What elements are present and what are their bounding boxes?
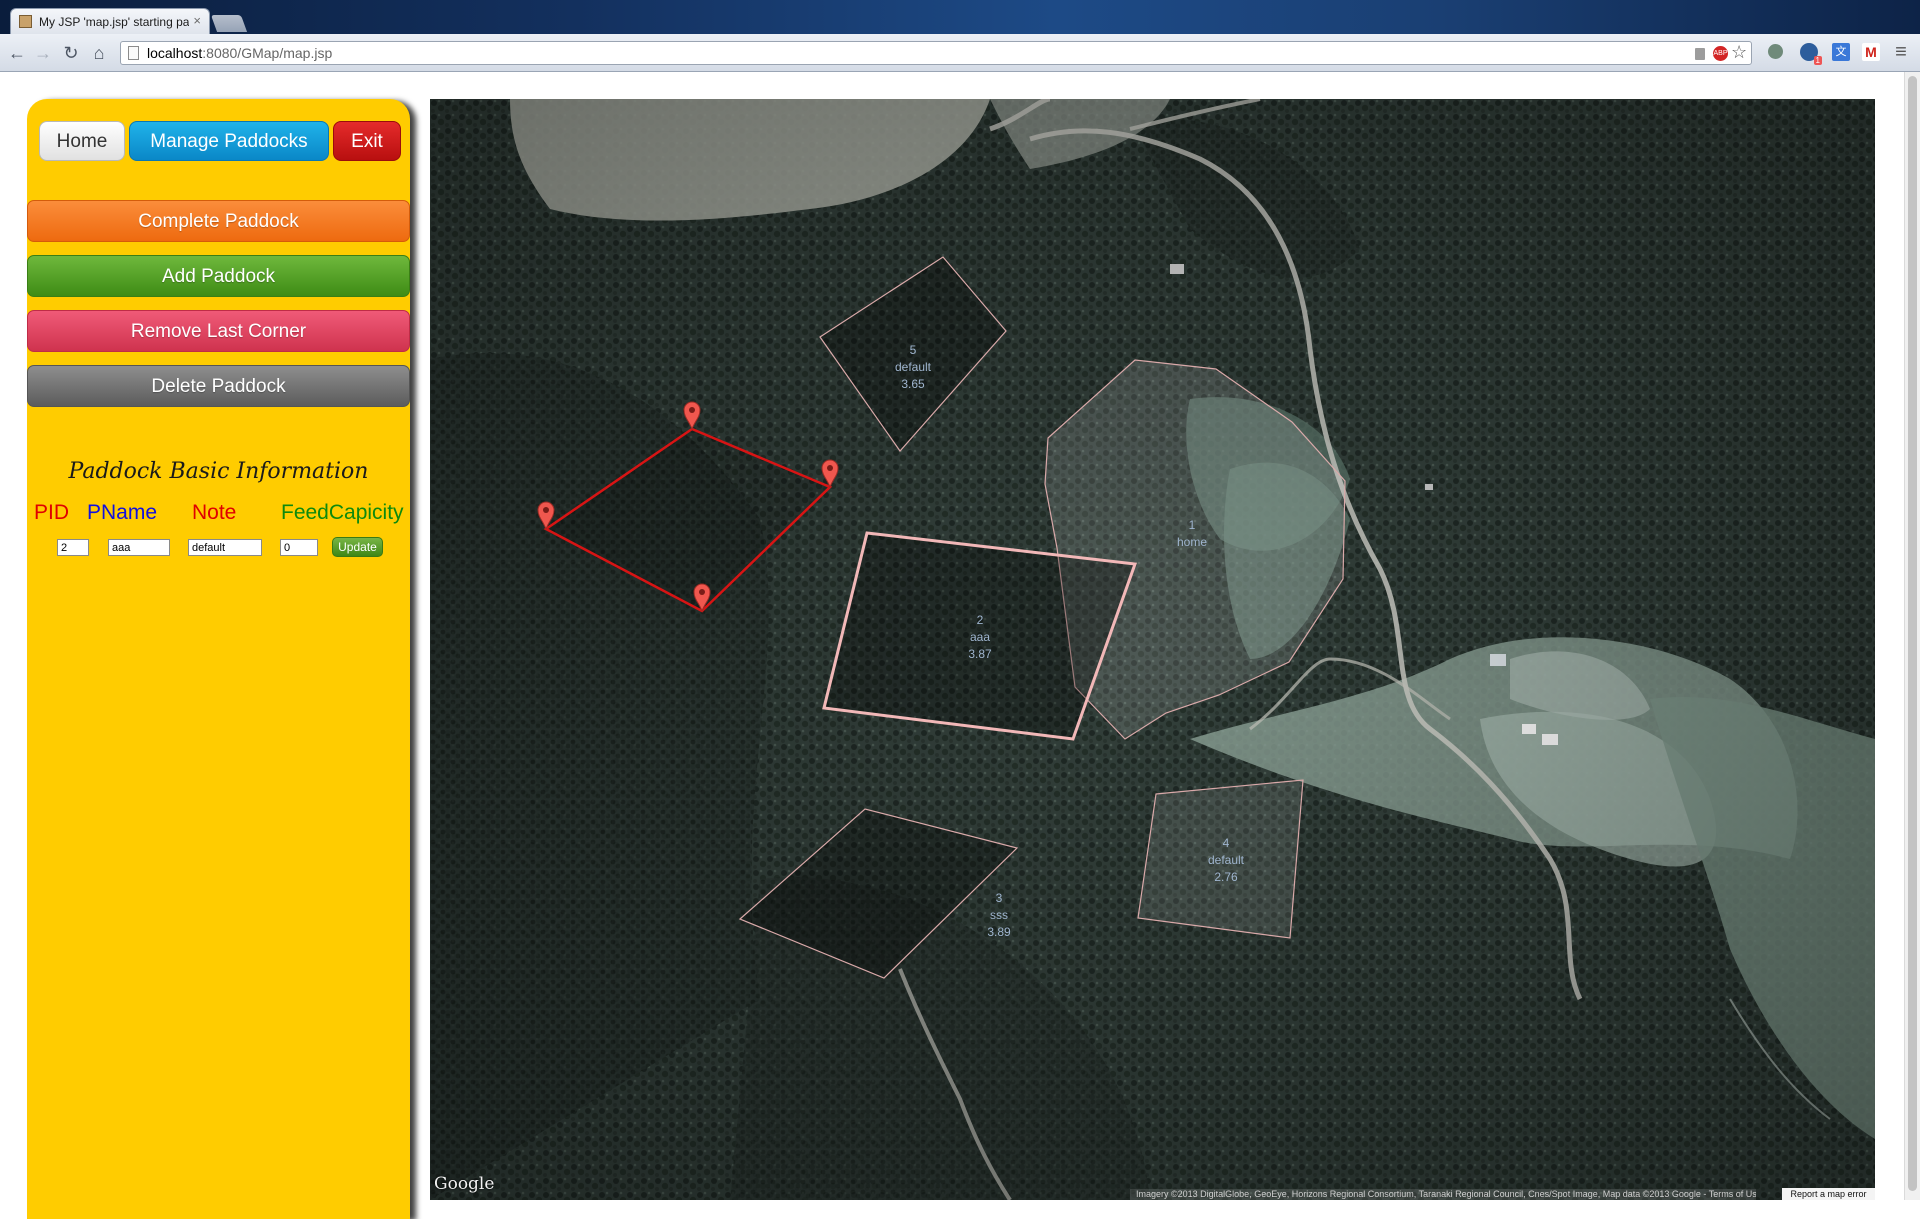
paddock-info-title: Paddock Basic Information (68, 459, 369, 484)
forward-arrow-icon[interactable]: → (32, 42, 54, 64)
page-scrollbar[interactable] (1904, 72, 1920, 1200)
svg-text:3.65: 3.65 (901, 377, 925, 391)
pname-field[interactable] (108, 539, 170, 556)
svg-text:3.87: 3.87 (968, 647, 992, 661)
exit-button[interactable]: Exit (333, 121, 401, 161)
reading-icon[interactable] (1695, 48, 1705, 60)
star-icon[interactable]: ☆ (1731, 43, 1747, 61)
reload-icon[interactable]: ↻ (60, 42, 82, 64)
browser-toolbar: ← → ↻ ⌂ localhost:8080/GMap/map.jsp ABP … (0, 34, 1920, 72)
svg-text:home: home (1177, 535, 1207, 549)
menu-icon[interactable]: ≡ (1892, 42, 1910, 62)
note-header: Note (192, 501, 237, 524)
scrollbar-thumb[interactable] (1908, 76, 1917, 1191)
control-panel: Home Manage Paddocks Exit Complete Paddo… (27, 99, 410, 1219)
delete-paddock-button[interactable]: Delete Paddock (27, 365, 410, 407)
svg-text:sss: sss (990, 908, 1008, 922)
clock-extension-icon[interactable] (1768, 44, 1783, 59)
back-arrow-icon[interactable]: ← (6, 42, 28, 64)
satellite-map[interactable]: 5 default 3.65 1 home 2 aaa 3.87 3 sss 3… (430, 99, 1875, 1200)
map-attribution: Imagery ©2013 DigitalGlobe, GeoEye, Hori… (1130, 1189, 1756, 1200)
address-bar[interactable]: localhost:8080/GMap/map.jsp ABP ☆ (120, 41, 1752, 65)
svg-text:2.76: 2.76 (1214, 870, 1238, 884)
home-button[interactable]: Home (39, 121, 125, 161)
moon-extension-icon[interactable]: 1 (1800, 43, 1822, 65)
map-canvas[interactable]: 5 default 3.65 1 home 2 aaa 3.87 3 sss 3… (430, 99, 1875, 1200)
new-tab-button[interactable] (210, 15, 248, 32)
svg-text:4: 4 (1223, 836, 1230, 850)
manage-paddocks-button[interactable]: Manage Paddocks (129, 121, 329, 161)
adblock-icon[interactable]: ABP (1713, 46, 1728, 61)
browser-tab-active[interactable]: My JSP 'map.jsp' starting pa × (10, 8, 210, 34)
add-paddock-button[interactable]: Add Paddock (27, 255, 410, 297)
pid-field[interactable] (57, 539, 89, 556)
feed-capacity-header: FeedCapicity (281, 501, 404, 524)
feed-capacity-field[interactable] (280, 539, 318, 556)
update-button[interactable]: Update (332, 537, 383, 557)
svg-text:5: 5 (910, 343, 917, 357)
tab-title: My JSP 'map.jsp' starting pa (39, 15, 189, 29)
browser-tab-strip: My JSP 'map.jsp' starting pa × (0, 0, 1920, 34)
page-icon (128, 46, 139, 60)
remove-last-corner-button[interactable]: Remove Last Corner (27, 310, 410, 352)
svg-text:2: 2 (977, 613, 984, 627)
svg-text:aaa: aaa (970, 630, 990, 644)
svg-text:default: default (1208, 853, 1245, 867)
complete-paddock-button[interactable]: Complete Paddock (27, 200, 410, 242)
svg-text:3: 3 (996, 891, 1003, 905)
gmail-extension-icon[interactable]: M (1862, 43, 1880, 61)
pname-header: PName (87, 501, 158, 524)
favicon-icon (19, 15, 32, 28)
google-logo[interactable]: Google (434, 1174, 494, 1194)
home-icon[interactable]: ⌂ (88, 42, 110, 64)
svg-text:default: default (895, 360, 932, 374)
translate-extension-icon[interactable]: 文 (1832, 43, 1850, 61)
svg-text:3.89: 3.89 (987, 925, 1011, 939)
svg-text:1: 1 (1189, 518, 1196, 532)
pid-header: PID (34, 501, 70, 524)
note-field[interactable] (188, 539, 262, 556)
tab-close-icon[interactable]: × (193, 13, 201, 28)
address-url[interactable]: localhost:8080/GMap/map.jsp (147, 45, 332, 61)
report-map-error-link[interactable]: Report a map error (1782, 1188, 1875, 1200)
